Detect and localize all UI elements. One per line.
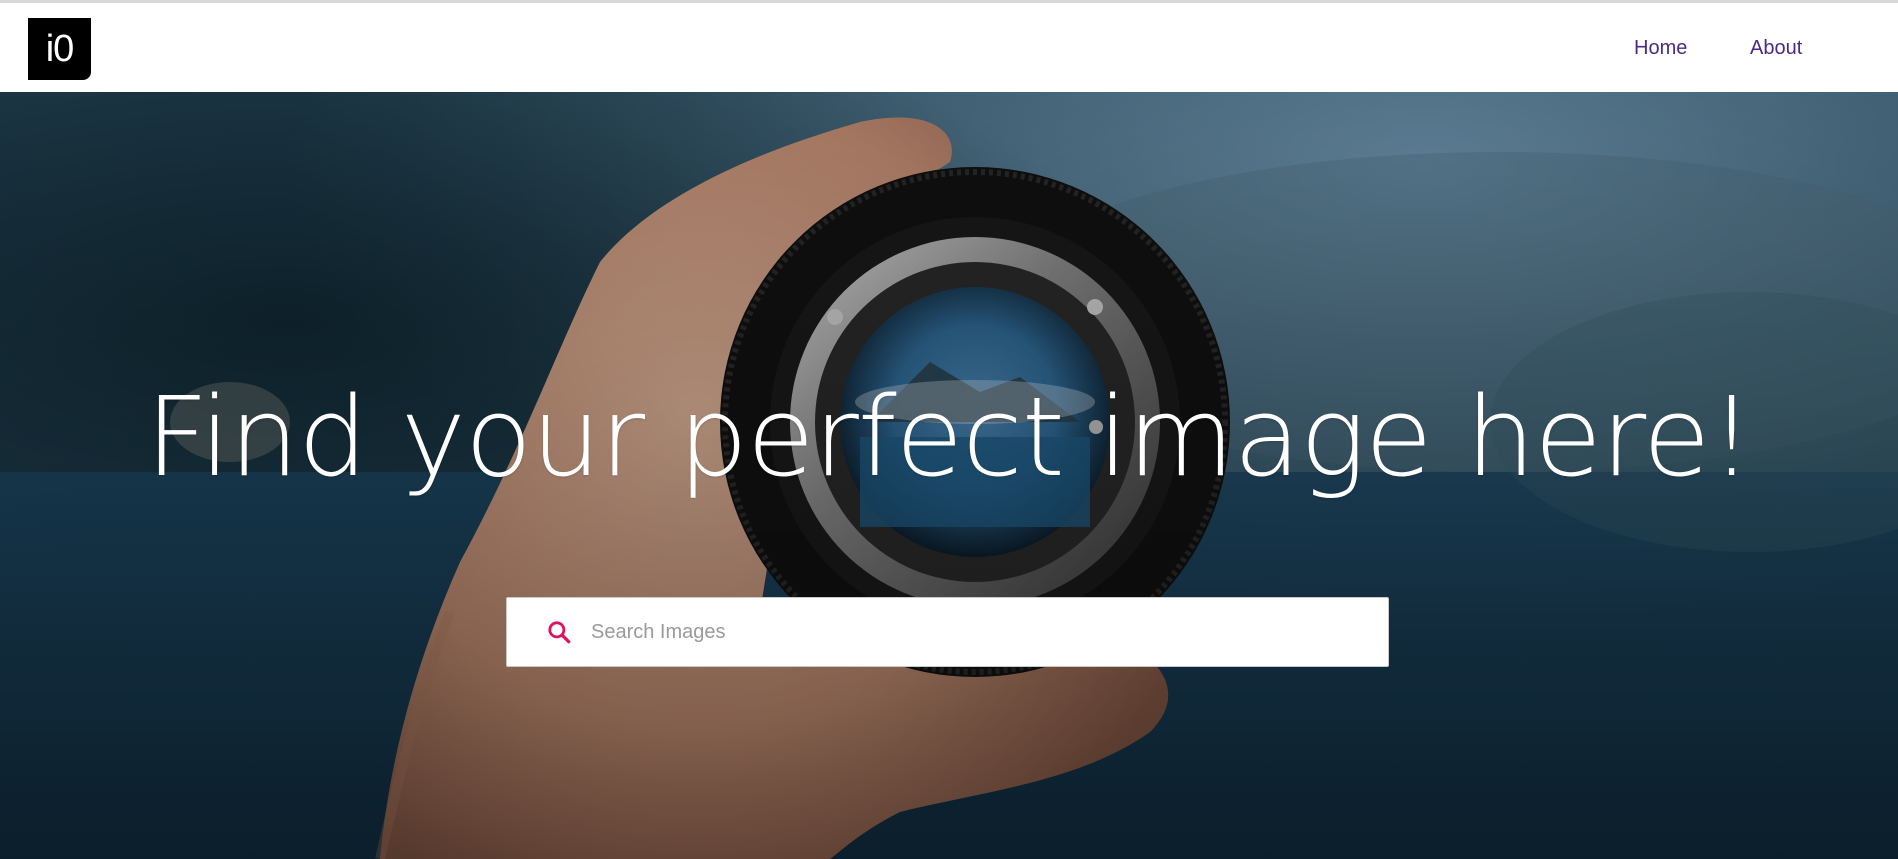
nav-home-link[interactable]: Home bbox=[1634, 37, 1687, 60]
search-icon[interactable] bbox=[545, 618, 573, 646]
page: i0 Home About Find your perfect image he… bbox=[0, 0, 1898, 859]
search-bar[interactable] bbox=[506, 597, 1389, 667]
nav-about-link[interactable]: About bbox=[1750, 37, 1802, 60]
site-logo[interactable]: i0 bbox=[28, 18, 91, 80]
search-input[interactable] bbox=[591, 598, 1388, 666]
navbar: i0 Home About bbox=[0, 3, 1898, 92]
hero-section: Find your perfect image here! bbox=[0, 92, 1898, 859]
hero-headline: Find your perfect image here! bbox=[145, 373, 1753, 501]
